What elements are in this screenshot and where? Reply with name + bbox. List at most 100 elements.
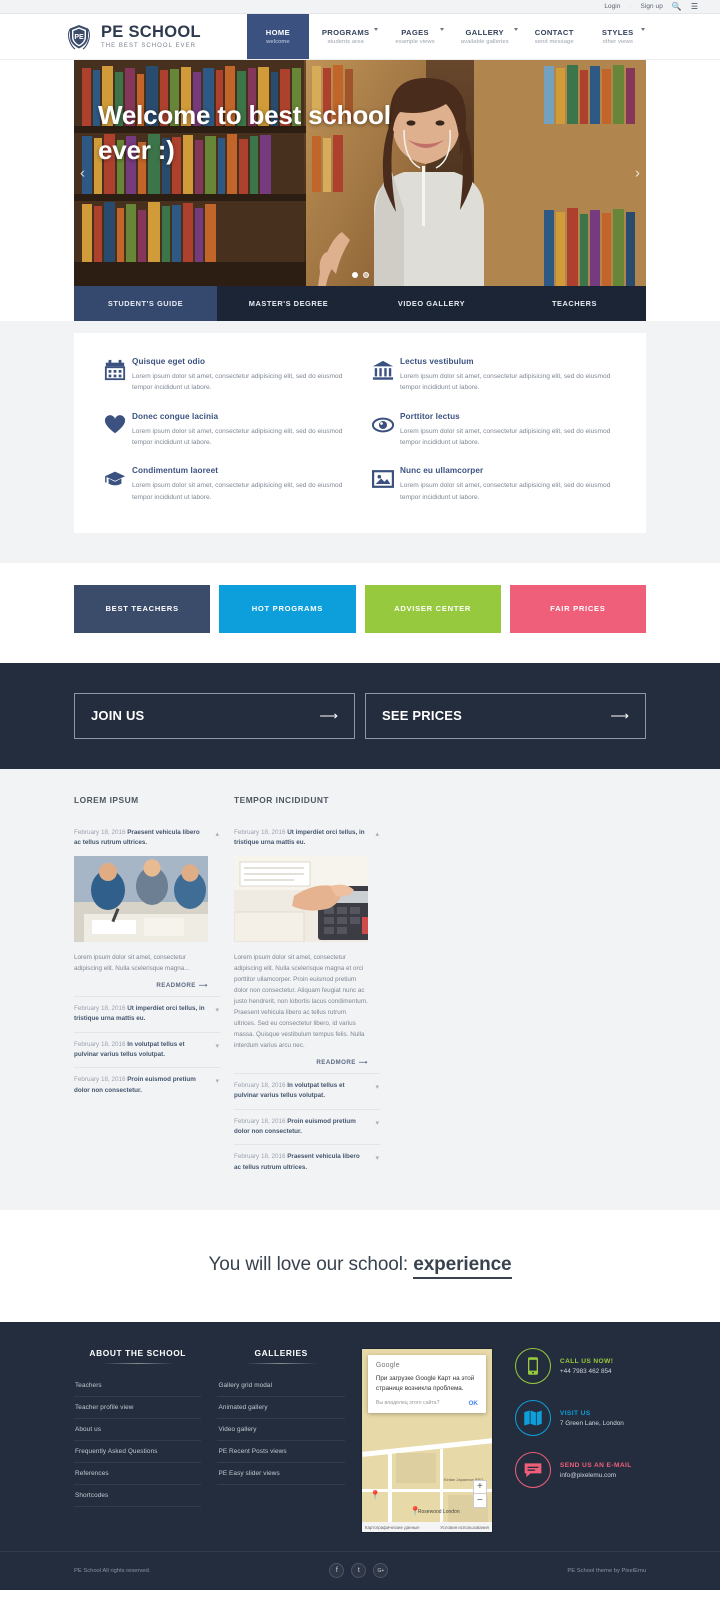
chevron-down-icon[interactable]: ▾ bbox=[215, 1078, 219, 1085]
google-plus-icon[interactable]: G+ bbox=[373, 1563, 389, 1579]
blog-section: LOREM IPSUM February 18, 2016 Praesent v… bbox=[0, 768, 720, 1211]
promo-box-best-teachers[interactable]: BEST TEACHERS bbox=[74, 584, 211, 633]
accordion-item[interactable]: February 18, 2016 Praesent vehicula libe… bbox=[234, 1144, 380, 1180]
accordion-item[interactable]: February 18, 2016 In volutpat tellus et … bbox=[74, 1031, 220, 1068]
footer-link[interactable]: Teacher profile view bbox=[74, 1397, 202, 1420]
cta-label: JOIN US bbox=[91, 708, 145, 724]
nav-item-label: GALLERY bbox=[465, 27, 504, 37]
theme-credit: PE School theme by PixelEmu bbox=[567, 1567, 646, 1574]
tab-student-s-guide[interactable]: STUDENT'S GUIDE bbox=[74, 286, 217, 321]
hamburger-menu-icon[interactable]: ☰ bbox=[691, 2, 698, 11]
accordion-header[interactable]: February 18, 2016 Ut imperdiet orci tell… bbox=[74, 1004, 208, 1025]
cta-button-join-us[interactable]: JOIN US ⟶ bbox=[74, 692, 355, 739]
footer-link[interactable]: About us bbox=[74, 1419, 202, 1442]
map-icon bbox=[514, 1400, 551, 1437]
footer-link[interactable]: Animated gallery bbox=[217, 1397, 345, 1420]
brand-tagline: THE BEST SCHOOL EVER bbox=[101, 43, 197, 49]
accordion-header[interactable]: February 18, 2016 Proin euismod pretium … bbox=[234, 1117, 368, 1138]
blog-right-title: TEMPOR INCIDIDUNT bbox=[234, 794, 330, 805]
chevron-down-icon[interactable]: ▾ bbox=[375, 1155, 379, 1162]
arrow-right-icon: ⟶ bbox=[319, 708, 338, 724]
feature-tabs: STUDENT'S GUIDE MASTER'S DEGREE VIDEO GALL… bbox=[74, 286, 646, 321]
chevron-down-icon[interactable]: ▾ bbox=[375, 1084, 379, 1091]
hero-slider[interactable]: Welcome to best school ever :) ‹ › bbox=[74, 60, 646, 286]
chevron-right-icon[interactable]: › bbox=[635, 166, 640, 181]
promo-boxes: BEST TEACHERS HOT PROGRAMS ADVISER CENTER F… bbox=[74, 563, 646, 663]
contact-label: CALL US NOW! bbox=[559, 1357, 614, 1365]
nav-item-pages[interactable]: PAGES example views bbox=[382, 14, 447, 59]
nav-item-programs[interactable]: PROGRAMS students area bbox=[309, 14, 383, 59]
nav-item-label: STYLES bbox=[601, 27, 634, 37]
hero-caption: Welcome to best school ever :) bbox=[98, 100, 391, 165]
image-icon bbox=[366, 466, 400, 503]
slider-dot-2[interactable] bbox=[362, 272, 369, 278]
map-zoom-out-button[interactable]: − bbox=[472, 1494, 487, 1509]
brand-logo[interactable]: PE PE SCHOOL THE BEST SCHOOL EVER bbox=[0, 14, 201, 59]
accordion-header[interactable]: February 18, 2016 Praesent vehicula libe… bbox=[74, 828, 208, 849]
nav-item-gallery[interactable]: GALLERY available galleries bbox=[448, 14, 522, 59]
nav-item-styles[interactable]: STYLES other views bbox=[587, 14, 649, 59]
footer-link[interactable]: Shortcodes bbox=[74, 1485, 202, 1508]
accordion-header[interactable]: February 18, 2016 Ut imperdiet orci tell… bbox=[234, 828, 368, 849]
mobile-phone-icon bbox=[514, 1348, 551, 1385]
facebook-icon[interactable]: f bbox=[329, 1563, 345, 1579]
chevron-down-icon[interactable]: ▾ bbox=[215, 1043, 219, 1050]
chat-bubble-icon bbox=[514, 1452, 551, 1489]
accordion-header[interactable]: February 18, 2016 Proin euismod pretium … bbox=[74, 1075, 208, 1096]
chevron-up-icon[interactable]: ▴ bbox=[375, 831, 379, 838]
map-dialog-ok-button[interactable]: OK bbox=[468, 1400, 477, 1407]
tab-video-gallery[interactable]: VIDEO GALLERY bbox=[360, 286, 503, 321]
nav-item-contact[interactable]: CONTACT send message bbox=[522, 14, 587, 59]
arrow-right-icon: ⟶ bbox=[610, 708, 629, 724]
footer-link[interactable]: Teachers bbox=[74, 1375, 202, 1398]
nav-item-label: CONTACT bbox=[534, 27, 574, 37]
accordion-header[interactable]: February 18, 2016 In volutpat tellus et … bbox=[234, 1081, 368, 1102]
chevron-down-icon[interactable]: ▾ bbox=[375, 1120, 379, 1127]
signup-link[interactable]: Sign up bbox=[640, 3, 662, 10]
post-date: February 18, 2016 bbox=[234, 1081, 286, 1089]
chevron-left-icon[interactable]: ‹ bbox=[80, 166, 85, 181]
accordion-header[interactable]: February 18, 2016 Praesent vehicula libe… bbox=[234, 1152, 368, 1173]
post-excerpt: Lorem ipsum dolor sit amet, consectetur … bbox=[74, 953, 190, 972]
eye-icon bbox=[366, 412, 400, 449]
nav-item-home[interactable]: HOME welcome bbox=[246, 14, 309, 59]
tab-teachers[interactable]: TEACHERS bbox=[503, 286, 646, 321]
chevron-up-icon[interactable]: ▴ bbox=[215, 831, 219, 838]
login-link[interactable]: Login bbox=[604, 3, 620, 10]
accordion-item[interactable]: February 18, 2016 Proin euismod pretium … bbox=[234, 1108, 380, 1145]
promo-box-adviser-center[interactable]: ADVISER CENTER bbox=[364, 584, 501, 633]
accordion-item[interactable]: February 18, 2016 Praesent vehicula libe… bbox=[74, 821, 220, 996]
social-links: f t G+ bbox=[329, 1563, 389, 1579]
map-pin-icon: 📍 bbox=[369, 1490, 382, 1501]
twitter-icon[interactable]: t bbox=[351, 1563, 367, 1579]
chevron-down-icon bbox=[439, 28, 444, 31]
accordion-item[interactable]: February 18, 2016 Ut imperdiet orci tell… bbox=[234, 821, 380, 1073]
footer-link[interactable]: PE Easy slider views bbox=[217, 1463, 345, 1486]
google-map[interactable]: 📍 📍 Kintan Japanese BBQ Rosewood London … bbox=[360, 1348, 493, 1534]
post-excerpt: Lorem ipsum dolor sit amet, consectetur … bbox=[234, 953, 368, 1049]
search-icon[interactable]: 🔍 bbox=[672, 2, 682, 11]
footer-link[interactable]: PE Recent Posts views bbox=[217, 1441, 345, 1464]
accordion-item[interactable]: February 18, 2016 Proin euismod pretium … bbox=[74, 1067, 220, 1103]
footer-link[interactable]: Frequently Asked Questions bbox=[74, 1441, 202, 1464]
page-root: Login · Sign up 🔍 ☰ PE PE SCHOOL THE BES… bbox=[0, 0, 720, 1591]
slider-dots[interactable] bbox=[74, 272, 646, 278]
promo-box-fair-prices[interactable]: FAIR PRICES bbox=[509, 584, 646, 633]
accordion-item[interactable]: February 18, 2016 In volutpat tellus et … bbox=[234, 1072, 380, 1109]
promo-box-hot-programs[interactable]: HOT PROGRAMS bbox=[219, 584, 356, 633]
readmore-link[interactable]: READMORE ⟶ bbox=[74, 982, 208, 989]
feature-title: Nunc eu ullamcorper bbox=[400, 466, 484, 476]
footer-link[interactable]: Video gallery bbox=[217, 1419, 345, 1442]
tab-master-s-degree[interactable]: MASTER'S DEGREE bbox=[217, 286, 360, 321]
feature-item: Nunc eu ullamcorper Lorem ipsum dolor sit… bbox=[360, 458, 628, 513]
footer-link[interactable]: References bbox=[74, 1463, 202, 1486]
cta-button-see-prices[interactable]: SEE PRICES ⟶ bbox=[365, 692, 646, 739]
readmore-link[interactable]: READMORE ⟶ bbox=[234, 1059, 368, 1066]
feature-item: Condimentum laoreet Lorem ipsum dolor sit… bbox=[92, 458, 360, 513]
slider-dot-1[interactable] bbox=[351, 272, 358, 278]
accordion-header[interactable]: February 18, 2016 In volutpat tellus et … bbox=[74, 1040, 208, 1061]
footer-link[interactable]: Gallery grid modal bbox=[217, 1375, 345, 1398]
accordion-item[interactable]: February 18, 2016 Ut imperdiet orci tell… bbox=[74, 995, 220, 1032]
chevron-down-icon[interactable]: ▾ bbox=[215, 1007, 219, 1014]
map-zoom-in-button[interactable]: + bbox=[472, 1480, 487, 1495]
